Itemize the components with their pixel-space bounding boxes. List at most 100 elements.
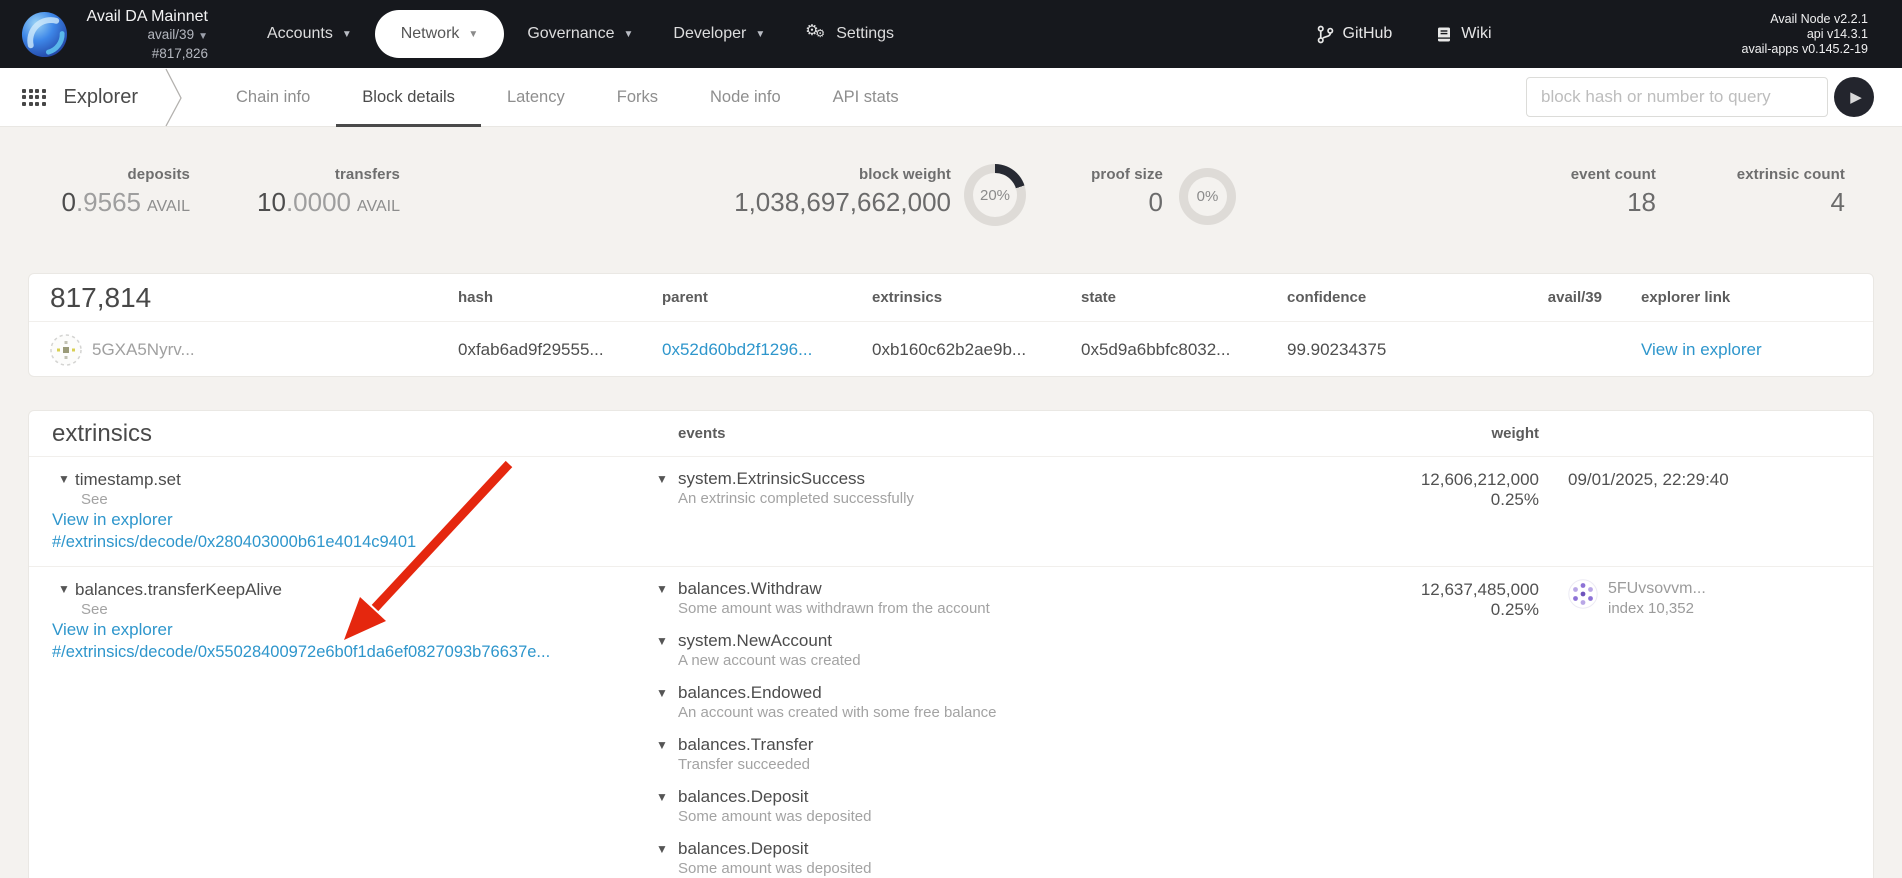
event-name: balances.Deposit <box>678 787 871 807</box>
main-menu: Accounts▼ Network▼ Governance▼ Developer… <box>250 10 911 58</box>
event-description: A new account was created <box>678 651 861 670</box>
apps-version: avail-apps v0.145.2-19 <box>1742 42 1868 57</box>
col-header-events: events <box>656 425 1349 442</box>
event-description: Some amount was deposited <box>678 859 871 878</box>
api-version: api v14.3.1 <box>1742 27 1868 42</box>
event-name: system.ExtrinsicSuccess <box>678 469 914 489</box>
chevron-down-icon: ▼ <box>468 29 478 40</box>
event-description: Transfer succeeded <box>678 755 813 774</box>
top-navigation-bar: Avail DA Mainnet avail/39▼ #817,826 Acco… <box>0 0 1902 68</box>
tab-forks[interactable]: Forks <box>591 68 684 127</box>
see-label[interactable]: See <box>81 490 656 509</box>
avail-logo-icon[interactable] <box>20 10 69 59</box>
external-links: GitHub Wiki Avail Node v2.2.1 api v14.3.… <box>1317 12 1869 57</box>
block-author-identicon <box>50 334 82 366</box>
extrinsic-explorer-link[interactable]: View in explorer <box>52 619 656 640</box>
tab-api-stats[interactable]: API stats <box>807 68 925 127</box>
extrinsic-decode-link[interactable]: #/extrinsics/decode/0x55028400972e6b0f1d… <box>52 640 656 665</box>
app-section-label: Explorer <box>64 86 138 109</box>
event-name: balances.Withdraw <box>678 579 990 599</box>
play-icon: ▶ <box>1850 88 1862 106</box>
chevron-down-icon: ▼ <box>755 29 765 40</box>
event-item: ▼ balances.Deposit Some amount was depos… <box>656 839 1349 878</box>
stat-extrinsic-count: extrinsic count 4 <box>1737 167 1845 215</box>
block-explorer-link[interactable]: View in explorer <box>1641 340 1762 359</box>
nav-item-accounts[interactable]: Accounts▼ <box>250 10 369 58</box>
nav-item-network[interactable]: Network▼ <box>375 10 505 58</box>
block-table-header: 817,814 hash parent extrinsics state con… <box>29 274 1873 322</box>
state-root: 0x5d9a6bbfc8032... <box>1081 340 1287 360</box>
col-header-state: state <box>1081 289 1287 306</box>
extrinsic-explorer-link[interactable]: View in explorer <box>52 509 656 530</box>
extrinsic-weight-percent: 0.25% <box>1349 490 1539 510</box>
network-name: Avail DA Mainnet <box>82 7 208 26</box>
signer-account[interactable]: 5FUvsovvm... index 10,352 <box>1568 579 1845 619</box>
col-header-parent: parent <box>662 289 872 306</box>
tab-node-info[interactable]: Node info <box>684 68 807 127</box>
chain-selector[interactable]: Avail DA Mainnet avail/39▼ #817,826 <box>82 7 208 62</box>
col-header-weight: weight <box>1349 425 1539 442</box>
gears-icon: ⚙⚙ <box>805 24 827 44</box>
block-timestamp: 09/01/2025, 22:29:40 <box>1568 469 1845 490</box>
event-item: ▼ system.ExtrinsicSuccess An extrinsic c… <box>656 469 1349 508</box>
extrinsics-title: extrinsics <box>52 420 656 448</box>
chevron-down-icon: ▼ <box>623 29 633 40</box>
extrinsic-method: timestamp.set <box>75 469 181 490</box>
event-item: ▼ balances.Withdraw Some amount was with… <box>656 579 1349 618</box>
extrinsic-weight-percent: 0.25% <box>1349 600 1539 620</box>
expand-caret-icon[interactable]: ▼ <box>656 469 669 508</box>
chevron-down-icon[interactable]: ▼ <box>198 31 208 42</box>
block-search-input[interactable] <box>1526 77 1828 117</box>
github-link[interactable]: GitHub <box>1317 25 1393 44</box>
col-header-avail39: avail/39 <box>1477 289 1602 306</box>
apps-grid-icon[interactable] <box>22 89 46 106</box>
tab-latency[interactable]: Latency <box>481 68 591 127</box>
expand-caret-icon[interactable]: ▼ <box>52 579 65 600</box>
git-branch-icon <box>1317 25 1334 44</box>
event-item: ▼ system.NewAccount A new account was cr… <box>656 631 1349 670</box>
avail-explorer-screen: { "colors":{"topbar_bg":"#16181d","link_… <box>0 0 1902 878</box>
block-summary-card: 817,814 hash parent extrinsics state con… <box>28 273 1874 377</box>
parent-hash-link[interactable]: 0x52d60bd2f1296... <box>662 340 812 359</box>
col-header-hash: hash <box>458 289 662 306</box>
expand-caret-icon[interactable]: ▼ <box>656 735 669 774</box>
col-header-extrinsics: extrinsics <box>872 289 1081 306</box>
see-label[interactable]: See <box>81 600 656 619</box>
explorer-tab-bar: Explorer Chain info Block details Latenc… <box>0 68 1902 127</box>
stat-proof-size: proof size 0 <box>1091 167 1163 215</box>
expand-caret-icon[interactable]: ▼ <box>656 839 669 878</box>
event-name: system.NewAccount <box>678 631 861 651</box>
expand-caret-icon[interactable]: ▼ <box>52 469 65 490</box>
extrinsics-card: extrinsics events weight ▼ timestamp.set… <box>28 410 1874 878</box>
extrinsic-decode-link[interactable]: #/extrinsics/decode/0x280403000b61e4014c… <box>52 530 656 555</box>
event-name: balances.Deposit <box>678 839 871 859</box>
nav-item-governance[interactable]: Governance▼ <box>510 10 650 58</box>
event-description: Some amount was withdrawn from the accou… <box>678 599 990 618</box>
extrinsics-table-header: extrinsics events weight <box>29 411 1873 457</box>
chain-label: avail/39 <box>148 27 195 42</box>
block-author-address[interactable]: 5GXA5Nyrv... <box>92 340 195 360</box>
stat-event-count: event count 18 <box>1571 167 1656 215</box>
expand-caret-icon[interactable]: ▼ <box>656 631 669 670</box>
event-item: ▼ balances.Endowed An account was create… <box>656 683 1349 722</box>
expand-caret-icon[interactable]: ▼ <box>656 683 669 722</box>
tab-block-details[interactable]: Block details <box>336 68 481 127</box>
version-info: Avail Node v2.2.1 api v14.3.1 avail-apps… <box>1742 12 1868 57</box>
extrinsic-method: balances.transferKeepAlive <box>75 579 282 600</box>
nav-item-settings[interactable]: ⚙⚙ Settings <box>788 10 911 58</box>
wiki-link[interactable]: Wiki <box>1436 25 1491 43</box>
event-description: An extrinsic completed successfully <box>678 489 914 508</box>
breadcrumb-chevron-icon <box>164 68 184 127</box>
expand-caret-icon[interactable]: ▼ <box>656 579 669 618</box>
signer-address[interactable]: 5FUvsovvm... <box>1608 579 1706 599</box>
best-block-number: #817,826 <box>82 45 208 62</box>
confidence-value: 99.90234375 <box>1287 340 1477 360</box>
extrinsics-root: 0xb160c62b2ae9b... <box>872 340 1081 360</box>
tab-chain-info[interactable]: Chain info <box>210 68 336 127</box>
stat-transfers: transfers 10.0000AVAIL <box>257 167 400 215</box>
nav-item-developer[interactable]: Developer▼ <box>656 10 782 58</box>
search-submit-button[interactable]: ▶ <box>1834 77 1874 117</box>
block-weight-donut-chart: 20% <box>964 164 1026 226</box>
expand-caret-icon[interactable]: ▼ <box>656 787 669 826</box>
stat-block-weight: block weight 1,038,697,662,000 <box>734 167 951 215</box>
